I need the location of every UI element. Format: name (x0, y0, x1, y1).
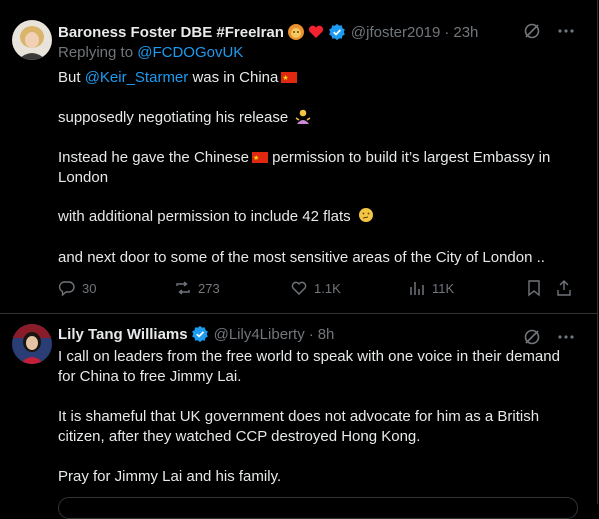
tweet-header: Lily Tang Williams @Lily4Liberty · 8h (58, 324, 334, 344)
avatar[interactable] (12, 20, 52, 60)
tweet-time[interactable]: 23h (453, 24, 478, 41)
tweet-actions: 30 273 1.1K 11K (58, 279, 578, 303)
views-button[interactable]: 11K (408, 279, 454, 297)
china-flag-icon (251, 149, 268, 169)
tweet-text-line: citizen, after they watched CCP destroye… (58, 427, 420, 447)
text-span: with additional permission to include 42… (58, 208, 351, 225)
like-count: 1.1K (314, 280, 341, 296)
tweet-text-line: and next door to some of the most sensit… (58, 248, 545, 268)
avatar[interactable] (12, 324, 52, 364)
tweet-text-line: But @Keir_Starmer was in China (58, 68, 298, 89)
tweet-header: Baroness Foster DBE #FreeIran @jfoster20… (58, 22, 478, 42)
text-span: It is shameful that UK government does n… (58, 408, 540, 425)
text-span: I call on leaders from the free world to… (58, 348, 560, 365)
heart-emoji-icon (308, 25, 323, 38)
views-chart-icon (410, 282, 424, 295)
replying-to-label: Replying to (58, 44, 134, 61)
views-count: 11K (432, 280, 455, 296)
grok-icon[interactable] (523, 22, 541, 40)
text-span: Pray for Jimmy Lai and his family. (58, 468, 282, 485)
tweet-text-line: for China to free Jimmy Lai. (58, 367, 241, 387)
tweet-text-line: Instead he gave the Chinese permission t… (58, 148, 551, 169)
author-handle[interactable]: @jfoster2019 (351, 24, 440, 41)
text-span: was in China (192, 69, 279, 86)
text-span: Instead he gave the Chinese (58, 149, 249, 166)
china-flag-icon (281, 69, 298, 89)
tweet-jfoster[interactable]: Baroness Foster DBE #FreeIran @jfoster20… (0, 0, 597, 313)
verified-badge-icon[interactable] (191, 325, 209, 343)
author-name[interactable]: Baroness Foster DBE #FreeIran (58, 24, 284, 41)
tweet-text-line: London (58, 168, 108, 188)
text-span: supposedly negotiating his release (58, 109, 289, 126)
author-handle[interactable]: @Lily4Liberty (214, 326, 305, 343)
repost-button[interactable]: 273 (174, 279, 220, 297)
text-span: for China to free Jimmy Lai. (58, 368, 242, 385)
repost-icon (176, 281, 190, 295)
share-button[interactable] (555, 279, 573, 297)
share-icon (557, 280, 571, 296)
reply-count: 30 (82, 280, 97, 296)
tweet-text-line: I call on leaders from the free world to… (58, 347, 560, 367)
tweet-top-icons (523, 22, 575, 40)
reply-button[interactable]: 30 (58, 279, 96, 297)
tweet-text-line: with additional permission to include 42… (58, 207, 374, 227)
text-span: But (58, 69, 81, 86)
replying-to-handle[interactable]: @FCDOGovUK (137, 44, 243, 61)
tweet-time[interactable]: 8h (318, 326, 335, 343)
more-options-icon[interactable] (557, 22, 575, 40)
tweet-top-icons (523, 328, 575, 346)
tweet-lily4liberty[interactable]: Lily Tang Williams @Lily4Liberty · 8h I … (0, 314, 597, 504)
author-name[interactable]: Lily Tang Williams (58, 326, 188, 343)
repost-count: 273 (198, 280, 220, 296)
like-button[interactable]: 1.1K (290, 279, 341, 297)
heart-icon (291, 281, 307, 295)
tweet-text-line: Pray for Jimmy Lai and his family. (58, 467, 281, 487)
text-span: London (58, 169, 109, 186)
text-span: and next door to some of the most sensit… (58, 249, 545, 266)
mention-link[interactable]: @Keir_Starmer (85, 69, 189, 86)
more-options-icon[interactable] (557, 328, 575, 346)
shrug-emoji-icon (295, 109, 311, 124)
tweet-text-line: It is shameful that UK government does n… (58, 407, 539, 427)
bookmark-icon (528, 280, 540, 297)
lion-emoji-icon (287, 24, 304, 40)
bookmark-button[interactable] (525, 279, 543, 297)
replying-to: Replying to @FCDOGovUK (58, 44, 243, 61)
column-border (597, 0, 598, 504)
verified-badge-icon[interactable] (328, 23, 346, 41)
reply-icon (58, 281, 75, 297)
text-span: permission to build it’s largest Embassy… (272, 149, 551, 166)
grok-icon[interactable] (523, 328, 541, 346)
thinking-face-emoji-icon (358, 208, 373, 222)
tweet-text-line: supposedly negotiating his release (58, 108, 311, 128)
separator-dot: · (308, 325, 314, 343)
separator-dot: · (444, 23, 450, 41)
embedded-card-edge[interactable] (58, 497, 578, 519)
text-span: citizen, after they watched CCP destroye… (58, 428, 421, 445)
